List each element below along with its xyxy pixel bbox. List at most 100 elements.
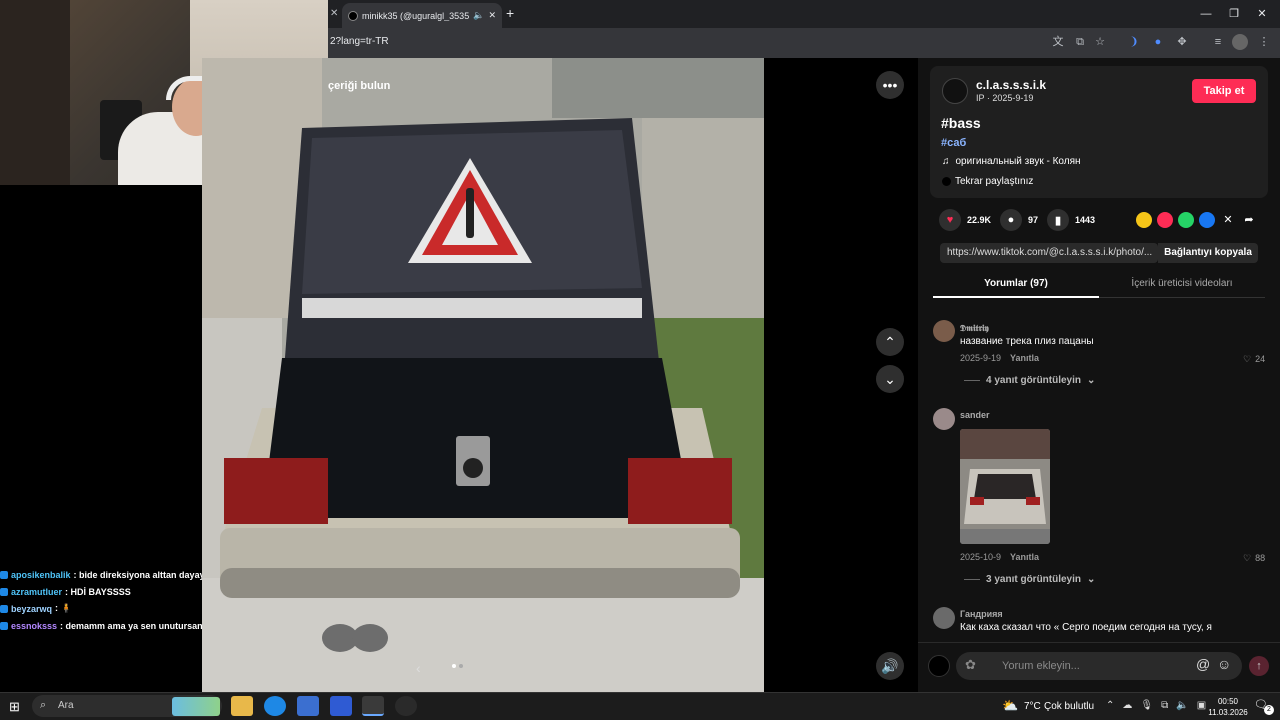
user-avatar: [928, 655, 950, 677]
view-replies-button[interactable]: 3 yanıt görüntüleyin ⌄: [964, 574, 1095, 585]
tray-extra-icon[interactable]: ▣: [1197, 700, 1206, 711]
mention-icon[interactable]: @: [1196, 656, 1210, 672]
chevron-up-icon[interactable]: ⌃: [876, 328, 904, 356]
heart-outline-icon[interactable]: ♡: [1243, 553, 1251, 564]
comment-like[interactable]: ♡ 24: [1243, 354, 1265, 365]
menu-dots-icon[interactable]: ⋮: [1256, 34, 1272, 50]
microphone-tray-icon[interactable]: 🎙: [1140, 700, 1153, 711]
chat-username: essnoksss: [11, 620, 58, 631]
repost-icon: [942, 177, 951, 186]
gif-icon[interactable]: ✿: [965, 657, 976, 673]
store-icon[interactable]: [297, 696, 319, 716]
share-repost-icon[interactable]: [1157, 212, 1173, 228]
comment-icon[interactable]: ●: [1000, 209, 1022, 231]
sound-link[interactable]: ♫ оригинальный звук - Колян: [942, 156, 1081, 167]
extension-blue-icon[interactable]: ●: [1150, 34, 1166, 50]
close-icon[interactable]: ✕: [330, 8, 338, 20]
post-photo[interactable]: [202, 58, 764, 692]
tab-comments[interactable]: Yorumlar (97): [933, 272, 1099, 298]
comment-author[interactable]: Гандрияя: [960, 609, 1003, 619]
webcam-background-shelf: [0, 0, 70, 185]
share-icons: ✕ ➦: [1136, 212, 1257, 228]
like-count: 22.9K: [967, 215, 992, 225]
sound-label: оригинальный звук - Колян: [955, 156, 1081, 167]
avatar[interactable]: [933, 320, 955, 342]
comment-like-count: 24: [1255, 354, 1266, 364]
comment-text: Как каха сказал что « Серго поедим сегод…: [960, 622, 1212, 633]
chevron-up-icon[interactable]: ⌃: [1106, 700, 1114, 711]
whatsapp-icon[interactable]: [1178, 212, 1194, 228]
windows-start-icon[interactable]: ⊞: [9, 699, 20, 715]
hashtag-link[interactable]: #саб: [941, 137, 966, 149]
media-control-icon[interactable]: ≡: [1210, 34, 1226, 50]
x-icon[interactable]: ✕: [1220, 212, 1236, 228]
minimize-icon[interactable]: —: [1196, 6, 1216, 22]
speaker-icon[interactable]: 🔈: [473, 10, 484, 21]
volume-tray-icon[interactable]: 🔈: [1176, 700, 1188, 711]
send-icon[interactable]: ↑: [1249, 656, 1269, 676]
avatar[interactable]: [933, 408, 955, 430]
close-window-icon[interactable]: ✕: [1252, 6, 1272, 22]
taskbar-clock[interactable]: 00:50 11.03.2026: [1206, 696, 1250, 718]
bookmark-star-icon[interactable]: ☆: [1092, 34, 1108, 50]
extension-icon[interactable]: ❩: [1126, 34, 1142, 50]
cast-icon[interactable]: ⧉: [1072, 34, 1088, 50]
weather-text[interactable]: Çok bulutlu: [1044, 701, 1094, 712]
browser-tab[interactable]: minikk35 (@uguralgl_3535) 🔈 ✕: [342, 3, 502, 28]
share-arrow-icon[interactable]: ➦: [1241, 212, 1257, 228]
share-snap-icon[interactable]: [1136, 212, 1152, 228]
file-explorer-icon[interactable]: [231, 696, 253, 716]
avatar[interactable]: [933, 607, 955, 629]
comment-like[interactable]: ♡ 88: [1243, 553, 1265, 564]
mail-icon[interactable]: [330, 696, 352, 716]
comment-author[interactable]: sander: [960, 410, 990, 420]
stream-chat: aposikenbalik : bide direksiyona alttan …: [0, 566, 202, 634]
author-avatar[interactable]: [942, 78, 968, 104]
restore-icon[interactable]: ❐: [1224, 6, 1244, 22]
edge-icon[interactable]: [264, 696, 286, 716]
heart-outline-icon[interactable]: ♡: [1243, 354, 1251, 365]
comment-stat[interactable]: ● 97: [1000, 209, 1038, 231]
tray-app-icon[interactable]: ☁: [1122, 700, 1132, 711]
reply-button[interactable]: Yanıtla: [1010, 552, 1039, 562]
comment-image[interactable]: [960, 429, 1050, 544]
like-stat[interactable]: ♥ 22.9K: [939, 209, 991, 231]
translate-icon[interactable]: 文: [1050, 34, 1066, 50]
chrome-icon[interactable]: [362, 696, 384, 716]
extensions-puzzle-icon[interactable]: ✥: [1174, 34, 1190, 50]
chevron-down-icon[interactable]: ⌄: [876, 365, 904, 393]
comment-car-image: [960, 429, 1050, 544]
volume-icon[interactable]: 🔊: [876, 652, 904, 680]
bookmark-icon[interactable]: ▮: [1047, 209, 1069, 231]
chat-message: aposikenbalik : bide direksiyona alttan …: [0, 566, 202, 583]
view-replies-label: 4 yanıt görüntüleyin: [986, 375, 1082, 386]
weather-temp[interactable]: 7°C: [1024, 701, 1041, 712]
new-tab-button[interactable]: +: [506, 5, 514, 21]
author-name[interactable]: c.l.a.s.s.s.i.k: [976, 78, 1046, 92]
weather-icon[interactable]: ⛅: [1002, 698, 1018, 714]
network-icon[interactable]: ⧉: [1161, 700, 1168, 711]
reply-button[interactable]: Yanıtla: [1010, 353, 1039, 363]
comment-author[interactable]: 𝕯𝖒𝖎𝖙𝖗𝖎𝖞: [960, 323, 989, 334]
chat-message: beyzarwq : 🧍: [0, 600, 202, 617]
tab-creator-videos[interactable]: İçerik üreticisi videoları: [1099, 272, 1265, 298]
divider: [964, 579, 980, 580]
save-stat[interactable]: ▮ 1443: [1047, 209, 1095, 231]
profile-avatar[interactable]: [1232, 34, 1248, 50]
photo-prev-icon[interactable]: ‹: [416, 660, 421, 676]
facebook-icon[interactable]: [1199, 212, 1215, 228]
copy-link-button[interactable]: Bağlantıyı kopyala: [1158, 243, 1258, 263]
follow-button[interactable]: Takip et: [1192, 79, 1256, 103]
heart-icon[interactable]: ♥: [939, 209, 961, 231]
url-field[interactable]: 2?lang=tr-TR: [330, 36, 389, 47]
post-link-field[interactable]: https://www.tiktok.com/@c.l.a.s.s.s.i.k/…: [940, 243, 1158, 263]
view-replies-button[interactable]: 4 yanıt görüntüleyin ⌄: [964, 375, 1095, 386]
tiktok-icon: [348, 10, 358, 21]
obs-icon[interactable]: [395, 696, 417, 716]
system-tray[interactable]: ⌃ ☁ 🎙 ⧉ 🔈 ▣: [1106, 700, 1206, 711]
search-icon: ⌕: [40, 699, 47, 711]
emoji-icon[interactable]: ☺: [1217, 656, 1231, 672]
more-icon[interactable]: •••: [876, 71, 904, 99]
tab-close-icon[interactable]: ✕: [488, 10, 496, 21]
repost-indicator: Tekrar paylaştınız: [942, 176, 1033, 187]
